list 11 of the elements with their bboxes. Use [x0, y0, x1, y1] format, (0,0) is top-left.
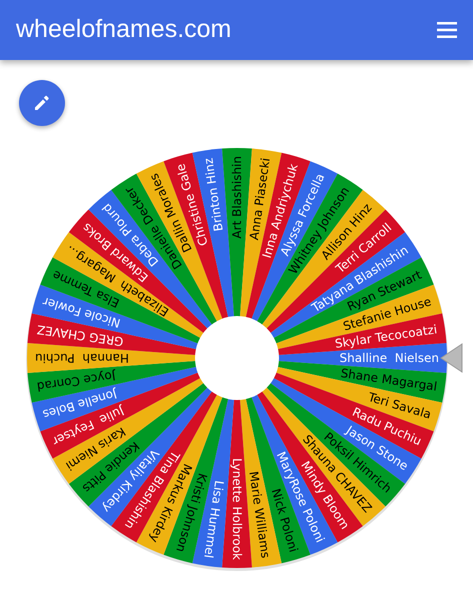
entry-name: Art Blashishin [230, 156, 244, 239]
entry-name: Marie Williams [246, 470, 273, 559]
menu-icon[interactable] [437, 22, 457, 38]
wheel-hub[interactable] [195, 316, 279, 400]
edit-button[interactable] [19, 80, 65, 126]
entry-name: Hannah Puchiu [35, 351, 129, 365]
pointer-icon [440, 343, 462, 373]
pencil-icon [33, 94, 51, 112]
site-title[interactable]: wheelofnames.com [16, 11, 232, 49]
entry-name: Shalline Nielsen [340, 351, 439, 365]
entry-name: Lynette Holbrook [230, 458, 244, 560]
